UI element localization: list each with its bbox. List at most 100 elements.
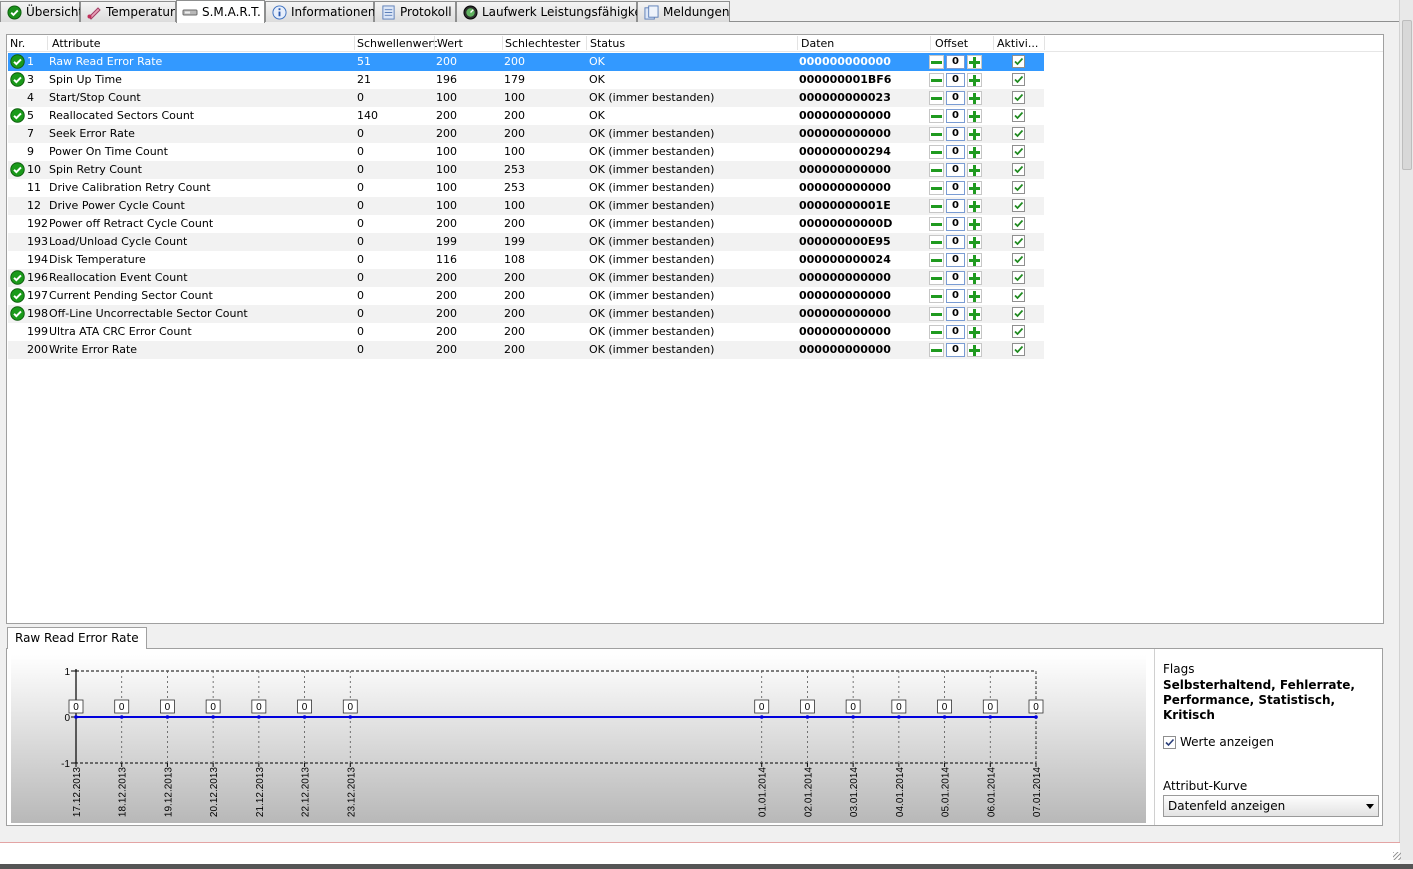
table-row[interactable]: 198 Off-Line Uncorrectable Sector Count 0 2…: [8, 305, 1044, 323]
active-checkbox[interactable]: [1012, 91, 1025, 104]
offset-minus-button[interactable]: [929, 91, 944, 105]
active-checkbox[interactable]: [1012, 73, 1025, 86]
offset-value[interactable]: 0: [946, 91, 965, 105]
col-header-attribute[interactable]: Attribute: [52, 37, 101, 50]
table-row[interactable]: 3 Spin Up Time 21 196 179 OK 000000001BF6 0: [8, 71, 1044, 89]
offset-plus-button[interactable]: [967, 127, 982, 141]
offset-minus-button[interactable]: [929, 181, 944, 195]
offset-plus-button[interactable]: [967, 217, 982, 231]
offset-minus-button[interactable]: [929, 325, 944, 339]
offset-minus-button[interactable]: [929, 163, 944, 177]
col-header-offset[interactable]: Offset: [935, 37, 968, 50]
detail-tab[interactable]: Raw Read Error Rate: [7, 627, 147, 649]
offset-value[interactable]: 0: [946, 343, 965, 357]
table-row[interactable]: 10 Spin Retry Count 0 100 253 OK (immer besta…: [8, 161, 1044, 179]
active-checkbox[interactable]: [1012, 109, 1025, 122]
offset-value[interactable]: 0: [946, 55, 965, 69]
offset-minus-button[interactable]: [929, 199, 944, 213]
offset-plus-button[interactable]: [967, 55, 982, 69]
tab-informationen[interactable]: Informationen: [265, 1, 375, 22]
tab-smart[interactable]: S.M.A.R.T.: [176, 0, 265, 23]
table-row[interactable]: 7 Seek Error Rate 0 200 200 OK (immer bestand…: [8, 125, 1044, 143]
active-checkbox[interactable]: [1012, 181, 1025, 194]
checkbox-box[interactable]: [1163, 735, 1176, 749]
offset-plus-button[interactable]: [967, 325, 982, 339]
offset-plus-button[interactable]: [967, 163, 982, 177]
offset-plus-button[interactable]: [967, 199, 982, 213]
table-row[interactable]: 1 Raw Read Error Rate 51 200 200 OK 0000000000…: [8, 53, 1044, 71]
col-header-wert[interactable]: Wert: [437, 37, 463, 50]
offset-minus-button[interactable]: [929, 73, 944, 87]
resize-grip[interactable]: [1393, 852, 1401, 860]
offset-value[interactable]: 0: [946, 307, 965, 321]
active-checkbox[interactable]: [1012, 271, 1025, 284]
offset-value[interactable]: 0: [946, 271, 965, 285]
table-row[interactable]: 193 Load/Unload Cycle Count 0 199 199 OK (imm…: [8, 233, 1044, 251]
col-header-schlechtester[interactable]: Schlechtester: [505, 37, 580, 50]
col-header-schwellenwert[interactable]: Schwellenwert: [357, 37, 437, 50]
active-checkbox[interactable]: [1012, 307, 1025, 320]
table-row[interactable]: 192 Power off Retract Cycle Count 0 200 200 O…: [8, 215, 1044, 233]
offset-minus-button[interactable]: [929, 253, 944, 267]
active-checkbox[interactable]: [1012, 253, 1025, 266]
scrollbar-thumb[interactable]: [1402, 20, 1412, 170]
active-checkbox[interactable]: [1012, 145, 1025, 158]
offset-plus-button[interactable]: [967, 307, 982, 321]
offset-minus-button[interactable]: [929, 289, 944, 303]
tab-meldungen[interactable]: Meldungen: [637, 1, 730, 22]
table-row[interactable]: 199 Ultra ATA CRC Error Count 0 200 200 OK (i…: [8, 323, 1044, 341]
table-row[interactable]: 194 Disk Temperature 0 116 108 OK (immer best…: [8, 251, 1044, 269]
offset-plus-button[interactable]: [967, 181, 982, 195]
offset-value[interactable]: 0: [946, 73, 965, 87]
tab-laufwerk-leistungsfaehigkeit[interactable]: Laufwerk Leistungsfähigkeit: [456, 1, 650, 22]
active-checkbox[interactable]: [1012, 325, 1025, 338]
table-row[interactable]: 4 Start/Stop Count 0 100 100 OK (immer bestan…: [8, 89, 1044, 107]
col-header-daten[interactable]: Daten: [801, 37, 834, 50]
col-header-status[interactable]: Status: [590, 37, 625, 50]
show-values-checkbox[interactable]: Werte anzeigen: [1163, 735, 1274, 749]
offset-plus-button[interactable]: [967, 73, 982, 87]
offset-minus-button[interactable]: [929, 127, 944, 141]
offset-minus-button[interactable]: [929, 235, 944, 249]
active-checkbox[interactable]: [1012, 163, 1025, 176]
active-checkbox[interactable]: [1012, 289, 1025, 302]
table-row[interactable]: 196 Reallocation Event Count 0 200 200 OK (im…: [8, 269, 1044, 287]
tab-uebersicht[interactable]: Übersicht: [0, 1, 83, 22]
offset-minus-button[interactable]: [929, 55, 944, 69]
offset-value[interactable]: 0: [946, 181, 965, 195]
offset-plus-button[interactable]: [967, 109, 982, 123]
table-row[interactable]: 11 Drive Calibration Retry Count 0 100 253 OK…: [8, 179, 1044, 197]
active-checkbox[interactable]: [1012, 343, 1025, 356]
active-checkbox[interactable]: [1012, 55, 1025, 68]
offset-minus-button[interactable]: [929, 307, 944, 321]
offset-value[interactable]: 0: [946, 127, 965, 141]
window-scrollbar[interactable]: [1399, 0, 1413, 860]
active-checkbox[interactable]: [1012, 199, 1025, 212]
active-checkbox[interactable]: [1012, 235, 1025, 248]
offset-value[interactable]: 0: [946, 289, 965, 303]
active-checkbox[interactable]: [1012, 217, 1025, 230]
col-header-aktiviert[interactable]: Aktivi...: [997, 37, 1038, 50]
col-header-nr[interactable]: Nr.: [10, 37, 25, 50]
offset-minus-button[interactable]: [929, 145, 944, 159]
offset-value[interactable]: 0: [946, 217, 965, 231]
offset-plus-button[interactable]: [967, 343, 982, 357]
offset-plus-button[interactable]: [967, 271, 982, 285]
offset-minus-button[interactable]: [929, 217, 944, 231]
offset-value[interactable]: 0: [946, 199, 965, 213]
curve-select[interactable]: Datenfeld anzeigen: [1163, 795, 1379, 817]
table-row[interactable]: 197 Current Pending Sector Count 0 200 200 OK…: [8, 287, 1044, 305]
offset-value[interactable]: 0: [946, 235, 965, 249]
offset-plus-button[interactable]: [967, 253, 982, 267]
offset-value[interactable]: 0: [946, 325, 965, 339]
tab-protokoll[interactable]: Protokoll: [374, 1, 456, 22]
offset-plus-button[interactable]: [967, 289, 982, 303]
offset-plus-button[interactable]: [967, 91, 982, 105]
offset-plus-button[interactable]: [967, 145, 982, 159]
table-row[interactable]: 5 Reallocated Sectors Count 140 200 200 OK 000…: [8, 107, 1044, 125]
active-checkbox[interactable]: [1012, 127, 1025, 140]
offset-minus-button[interactable]: [929, 343, 944, 357]
table-row[interactable]: 200 Write Error Rate 0 200 200 OK (immer best…: [8, 341, 1044, 359]
offset-minus-button[interactable]: [929, 109, 944, 123]
offset-value[interactable]: 0: [946, 109, 965, 123]
